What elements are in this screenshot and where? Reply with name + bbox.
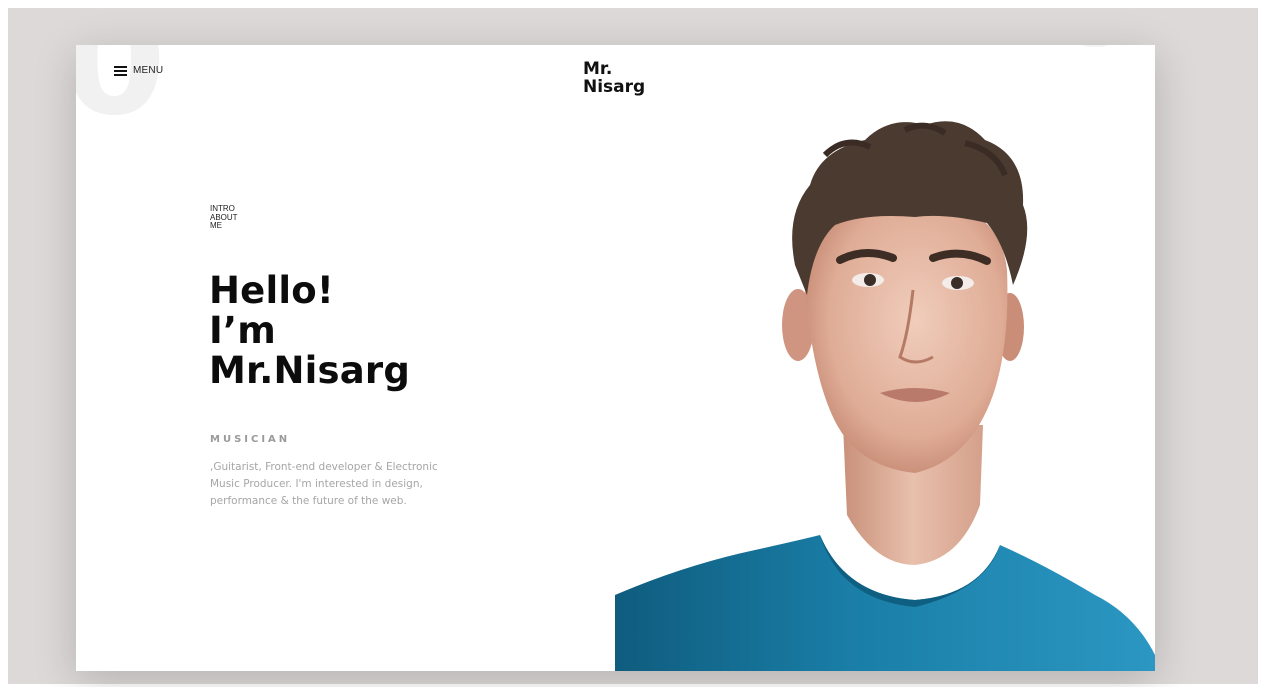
- headline-line-1: Hello!: [209, 269, 334, 312]
- section-label: INTRO ABOUT ME: [210, 204, 270, 231]
- menu-button[interactable]: MENU: [114, 65, 163, 76]
- logo-line-2: Nisarg: [583, 77, 646, 97]
- site-logo[interactable]: Mr. Nisarg: [583, 60, 645, 96]
- decorative-shape: [1075, 45, 1115, 47]
- hero-headline: Hello! I’m Mr.Nisarg: [209, 271, 410, 391]
- role-label: MUSICIAN: [210, 434, 291, 445]
- portrait-photo: [615, 121, 1155, 671]
- menu-label: MENU: [133, 65, 164, 76]
- headline-line-3: Mr.Nisarg: [209, 349, 411, 392]
- page: 0 MENU Mr. Nisarg INTRO ABOUT ME Hello! …: [76, 45, 1155, 671]
- bio-text: ,Guitarist, Front-end developer & Electr…: [210, 461, 438, 507]
- section-label-line-3: ME: [210, 221, 222, 230]
- decorative-number-shape: 0: [76, 45, 167, 149]
- headline-line-2: I’m: [209, 309, 276, 352]
- hamburger-icon: [114, 65, 127, 76]
- logo-line-1: Mr.: [583, 59, 613, 79]
